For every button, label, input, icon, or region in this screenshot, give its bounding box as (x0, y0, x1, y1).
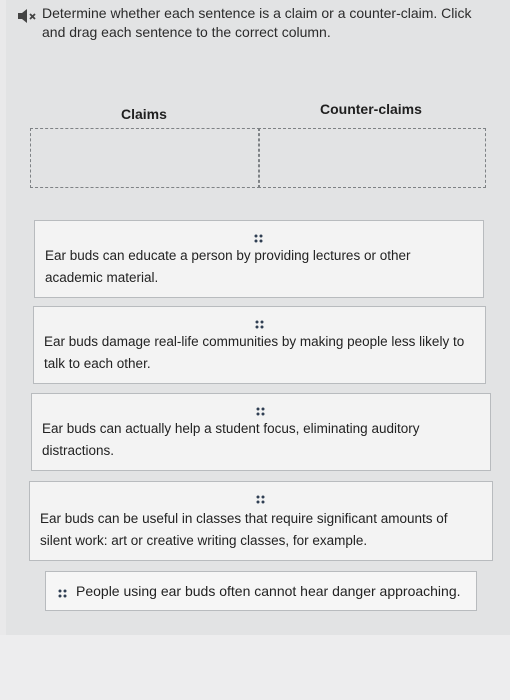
drag-grip-icon[interactable] (254, 231, 264, 243)
sentence-card[interactable]: Ear buds can actually help a student foc… (31, 393, 491, 471)
claims-drop-zone[interactable] (30, 128, 260, 188)
sentence-card[interactable]: Ear buds can be useful in classes that r… (29, 481, 493, 561)
sentence-text: People using ear buds often cannot hear … (76, 583, 461, 599)
drag-grip-icon[interactable] (255, 317, 265, 329)
instructions-text: Determine whether each sentence is a cla… (42, 5, 472, 40)
drag-grip-icon[interactable] (256, 492, 266, 504)
drag-grip-icon[interactable] (256, 404, 266, 416)
sentence-text: Ear buds damage real-life communities by… (44, 334, 465, 371)
sentence-text: Ear buds can actually help a student foc… (42, 421, 420, 458)
sentence-text: Ear buds can be useful in classes that r… (40, 511, 448, 548)
sentence-card[interactable]: Ear buds can educate a person by providi… (34, 220, 484, 298)
page-background (0, 635, 510, 700)
counterclaims-drop-zone[interactable] (258, 128, 486, 188)
sentence-card[interactable]: Ear buds damage real-life communities by… (33, 306, 486, 384)
column-header-claims: Claims (121, 106, 167, 122)
drag-grip-icon[interactable] (58, 586, 68, 598)
sentence-card[interactable]: People using ear buds often cannot hear … (45, 571, 477, 611)
speaker-muted-icon[interactable] (16, 6, 40, 26)
column-header-counterclaims: Counter-claims (320, 101, 422, 117)
sentence-text: Ear buds can educate a person by providi… (45, 248, 411, 285)
instructions: Determine whether each sentence is a cla… (16, 4, 496, 42)
